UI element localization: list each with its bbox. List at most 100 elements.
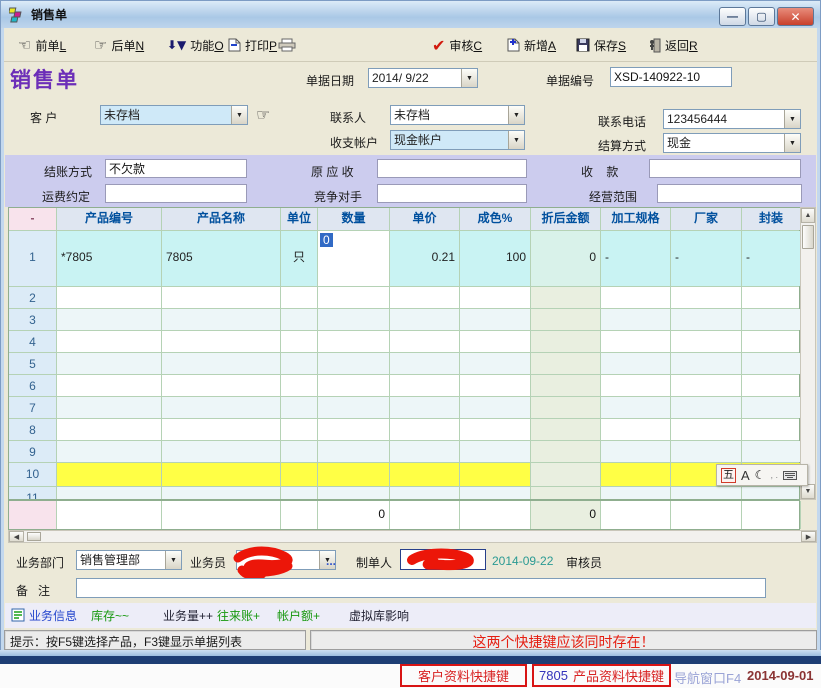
- next-order-button[interactable]: ☞ 后单N: [94, 28, 144, 62]
- phone-select[interactable]: 123456444▼: [663, 109, 801, 129]
- cell-name[interactable]: [162, 287, 281, 308]
- cell-code[interactable]: [57, 331, 162, 352]
- cell-amount[interactable]: [531, 309, 601, 330]
- chevron-down-icon[interactable]: ▼: [508, 131, 524, 149]
- cell-purity[interactable]: [460, 397, 531, 418]
- dept-select[interactable]: 销售管理部▼: [76, 550, 182, 570]
- cell-price[interactable]: [390, 441, 460, 462]
- cell-pack[interactable]: [742, 375, 801, 396]
- maker-field[interactable]: [400, 549, 486, 570]
- cell-amount[interactable]: [531, 487, 601, 499]
- titlebar[interactable]: 销售单 — ▢ ✕: [1, 1, 820, 28]
- cell-name[interactable]: [162, 441, 281, 462]
- col-header-price[interactable]: 单价: [390, 208, 460, 230]
- cell-purity[interactable]: [460, 441, 531, 462]
- cell-code[interactable]: [57, 353, 162, 374]
- scroll-up-icon[interactable]: ▲: [801, 208, 815, 223]
- cell-pack[interactable]: [742, 419, 801, 440]
- ime-halfwidth-moon-icon[interactable]: ☾: [755, 468, 766, 482]
- prev-order-button[interactable]: ☜ 前单L: [18, 28, 66, 62]
- orig-receivable-field[interactable]: [377, 159, 527, 178]
- cell-maker[interactable]: [671, 397, 742, 418]
- row-number[interactable]: 5: [9, 353, 57, 374]
- cell-spec[interactable]: [601, 441, 671, 462]
- cell-price[interactable]: [390, 331, 460, 352]
- cell-qty[interactable]: [318, 375, 390, 396]
- cell-unit[interactable]: [281, 487, 318, 499]
- cell-maker[interactable]: -: [671, 231, 742, 286]
- cell-name[interactable]: [162, 419, 281, 440]
- account-select[interactable]: 现金帐户▼: [390, 130, 525, 150]
- link-transactions[interactable]: 往来账+: [217, 607, 260, 624]
- cell-unit[interactable]: [281, 375, 318, 396]
- receipt-field[interactable]: [649, 159, 801, 178]
- col-header-unit[interactable]: 单位: [281, 208, 318, 230]
- cell-maker[interactable]: [671, 375, 742, 396]
- cell-amount[interactable]: [531, 463, 601, 486]
- minimize-button[interactable]: —: [719, 7, 746, 26]
- cell-code[interactable]: [57, 309, 162, 330]
- cell-qty[interactable]: [318, 419, 390, 440]
- cell-name[interactable]: [162, 331, 281, 352]
- grid-row-6[interactable]: 6: [9, 374, 799, 396]
- cell-price[interactable]: [390, 353, 460, 374]
- grid-row-8[interactable]: 8: [9, 418, 799, 440]
- row-number[interactable]: 9: [9, 441, 57, 462]
- audit-button[interactable]: ✔ 审核C: [432, 28, 482, 62]
- row-number[interactable]: 1: [9, 231, 57, 286]
- vertical-scrollbar[interactable]: ▲ ▼: [800, 207, 816, 500]
- cell-purity[interactable]: [460, 287, 531, 308]
- cell-pack[interactable]: [742, 353, 801, 374]
- grid-row-11[interactable]: 11: [9, 486, 799, 499]
- cell-maker[interactable]: [671, 287, 742, 308]
- more-button[interactable]: ...: [326, 554, 336, 568]
- cell-qty[interactable]: [318, 309, 390, 330]
- col-header-maker[interactable]: 厂家: [671, 208, 742, 230]
- cell-amount[interactable]: 0: [531, 231, 601, 286]
- cell-amount[interactable]: [531, 375, 601, 396]
- scope-field[interactable]: [657, 184, 802, 203]
- cell-pack[interactable]: [742, 487, 799, 499]
- cell-maker[interactable]: [671, 487, 742, 499]
- col-header-spec[interactable]: 加工规格: [601, 208, 671, 230]
- row-number[interactable]: 8: [9, 419, 57, 440]
- cell-qty[interactable]: [318, 331, 390, 352]
- row-number[interactable]: 7: [9, 397, 57, 418]
- cell-purity[interactable]: 100: [460, 231, 531, 286]
- chevron-down-icon[interactable]: ▼: [461, 69, 477, 87]
- cell-code[interactable]: [57, 287, 162, 308]
- customer-shortcut-annotation[interactable]: 客户资料快捷键: [400, 664, 527, 687]
- link-volume[interactable]: 业务量++: [163, 607, 213, 624]
- cell-unit[interactable]: [281, 463, 318, 486]
- col-header-qty[interactable]: 数量: [318, 208, 390, 230]
- row-number[interactable]: 3: [9, 309, 57, 330]
- nav-window-label[interactable]: 导航窗口F4: [674, 668, 741, 687]
- maximize-button[interactable]: ▢: [748, 7, 775, 26]
- cell-name[interactable]: [162, 463, 281, 486]
- cell-spec[interactable]: [601, 331, 671, 352]
- cell-unit[interactable]: [281, 331, 318, 352]
- link-virtual-stock[interactable]: 虚拟库影响: [349, 607, 409, 624]
- link-account-amount[interactable]: 帐户额+: [277, 607, 320, 624]
- cell-unit[interactable]: [281, 441, 318, 462]
- cell-amount[interactable]: [531, 441, 601, 462]
- close-button[interactable]: ✕: [777, 7, 814, 26]
- cell-purity[interactable]: [460, 419, 531, 440]
- cell-amount[interactable]: [531, 331, 601, 352]
- cell-price[interactable]: [390, 375, 460, 396]
- cell-name[interactable]: [162, 397, 281, 418]
- rival-field[interactable]: [377, 184, 527, 203]
- hscroll-thumb[interactable]: [27, 532, 41, 541]
- cell-pack[interactable]: [742, 309, 801, 330]
- cell-amount[interactable]: [531, 353, 601, 374]
- cell-spec[interactable]: [601, 397, 671, 418]
- col-header-name[interactable]: 产品名称: [162, 208, 281, 230]
- grid-row-4[interactable]: 4: [9, 330, 799, 352]
- row-number[interactable]: 6: [9, 375, 57, 396]
- cell-maker[interactable]: [671, 331, 742, 352]
- cell-maker[interactable]: [671, 419, 742, 440]
- salesman-select[interactable]: ▼: [236, 550, 336, 570]
- grid-row-7[interactable]: 7: [9, 396, 799, 418]
- col-header-amount[interactable]: 折后金额: [531, 208, 601, 230]
- grid-row-10[interactable]: 10: [9, 462, 799, 486]
